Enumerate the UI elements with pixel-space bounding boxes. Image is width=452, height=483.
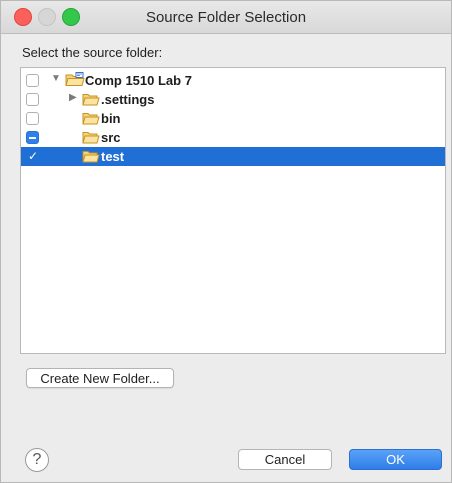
tree-item-label: Comp 1510 Lab 7 <box>85 73 192 88</box>
tree-item-bin[interactable]: bin <box>21 109 445 128</box>
folder-tree[interactable]: ▼ Comp 1510 Lab 7 ▶ .settings bin src ✓ … <box>20 67 446 354</box>
window-title: Source Folder Selection <box>145 9 307 26</box>
folder-icon <box>82 94 100 106</box>
create-new-folder-button[interactable]: Create New Folder... <box>26 368 174 388</box>
cancel-button[interactable]: Cancel <box>238 449 332 470</box>
tree-item-label: test <box>101 149 125 164</box>
checkbox-settings[interactable] <box>26 93 39 106</box>
expanded-triangle-icon[interactable]: ▼ <box>51 73 61 84</box>
folder-icon <box>82 113 100 125</box>
prompt-label: Select the source folder: <box>22 45 163 60</box>
tree-item-test[interactable]: ✓ test <box>21 147 445 166</box>
title-bar[interactable]: Source Folder Selection <box>1 1 451 34</box>
checkbox-bin[interactable] <box>26 112 39 125</box>
checkbox-src[interactable] <box>26 131 39 144</box>
tree-item-src[interactable]: src <box>21 128 445 147</box>
tree-item-label: bin <box>101 111 121 126</box>
checkmark-icon: ✓ <box>28 149 39 163</box>
help-icon[interactable]: ? <box>25 448 49 472</box>
folder-icon <box>82 151 100 163</box>
checkbox-test[interactable]: ✓ <box>26 149 39 163</box>
folder-icon <box>82 132 100 144</box>
project-folder-icon <box>65 72 85 86</box>
tree-item-label: src <box>101 130 121 145</box>
tree-item-project[interactable]: ▼ Comp 1510 Lab 7 <box>21 71 445 90</box>
tree-item-settings[interactable]: ▶ .settings <box>21 90 445 109</box>
collapsed-triangle-icon[interactable]: ▶ <box>69 92 77 103</box>
checkbox-project[interactable] <box>26 74 39 87</box>
tree-item-label: .settings <box>101 92 155 107</box>
dialog-window: Source Folder Selection Select the sourc… <box>0 0 452 483</box>
ok-button[interactable]: OK <box>349 449 442 470</box>
